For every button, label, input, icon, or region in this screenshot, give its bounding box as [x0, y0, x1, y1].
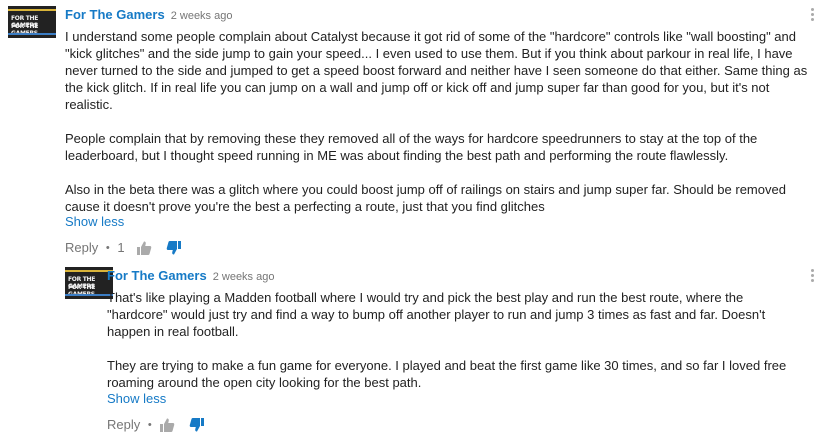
reply-button[interactable]: Reply	[65, 238, 98, 258]
avatar[interactable]: FOR THE GAMERS FOR THE GAMERS	[8, 6, 56, 38]
comment-paragraph: That's like playing a Madden football wh…	[107, 290, 766, 339]
avatar[interactable]: FOR THE GAMERS FOR THE GAMERS	[65, 267, 113, 299]
vertical-ellipsis-icon[interactable]	[806, 8, 818, 26]
like-count: 1	[117, 239, 125, 255]
author-name[interactable]: For The Gamers	[107, 268, 207, 283]
reply-button[interactable]: Reply	[107, 415, 140, 435]
separator-dot: •	[147, 418, 152, 431]
author-name[interactable]: For The Gamers	[65, 7, 165, 22]
show-less-link[interactable]: Show less	[107, 390, 166, 407]
comment-paragraph: They are trying to make a fun game for e…	[107, 358, 787, 390]
thumbs-up-icon[interactable]	[136, 240, 152, 256]
avatar-stripe	[8, 9, 56, 11]
comment-header: For The Gamers 2 weeks ago	[107, 267, 274, 285]
comment-paragraph: Also in the beta there was a glitch wher…	[65, 182, 786, 214]
thumbs-up-icon[interactable]	[159, 417, 175, 433]
comment-timestamp[interactable]: 2 weeks ago	[171, 10, 233, 22]
comment-actions: Reply • 1	[65, 237, 192, 257]
thumbs-down-icon[interactable]	[166, 240, 182, 256]
comment-header: For The Gamers 2 weeks ago	[65, 6, 232, 24]
comment-text: That's like playing a Madden football wh…	[107, 289, 807, 391]
comment-paragraph: People complain that by removing these t…	[65, 131, 758, 163]
vertical-ellipsis-icon[interactable]	[806, 269, 818, 287]
avatar-stripe	[8, 33, 56, 35]
comment-text: I understand some people complain about …	[65, 28, 810, 215]
comment-actions: Reply •	[107, 414, 215, 434]
avatar-stripe	[65, 270, 113, 272]
avatar-stripe	[65, 294, 113, 296]
comment-paragraph: I understand some people complain about …	[65, 29, 808, 112]
separator-dot: •	[105, 241, 110, 254]
comment-timestamp[interactable]: 2 weeks ago	[213, 271, 275, 283]
show-less-link[interactable]: Show less	[65, 213, 124, 230]
thumbs-down-icon[interactable]	[189, 417, 205, 433]
